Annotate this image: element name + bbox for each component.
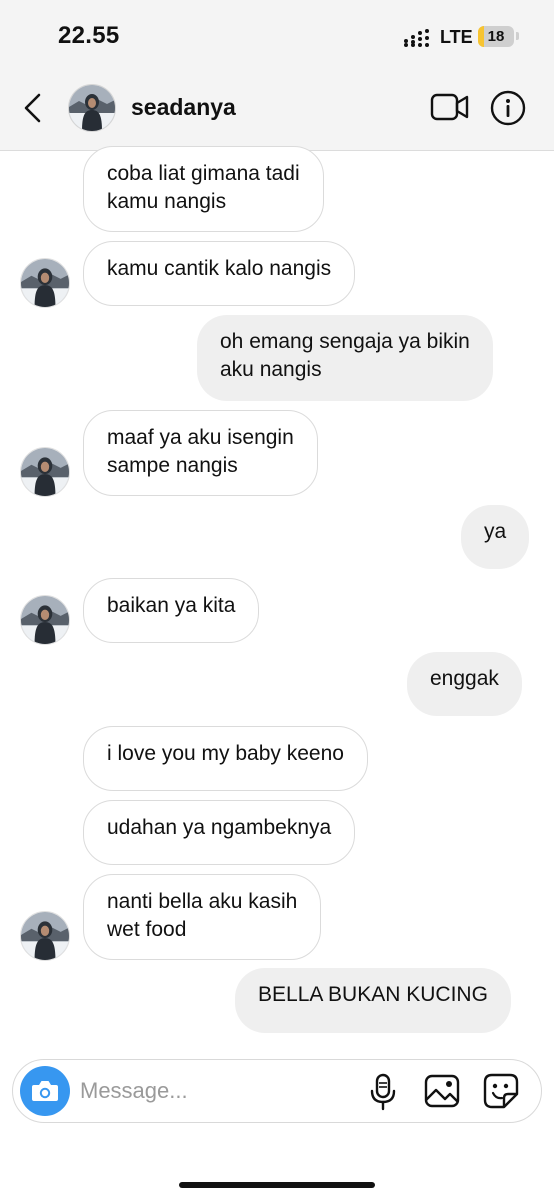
avatar-photo xyxy=(21,448,69,496)
message-bubble-outgoing[interactable]: enggak xyxy=(407,652,522,716)
network-type: LTE xyxy=(440,27,473,47)
message-bubble-incoming[interactable]: coba liat gimana tadi kamu nangis xyxy=(83,146,324,232)
message-line: coba liat gimana tadi xyxy=(107,162,300,185)
sender-avatar[interactable] xyxy=(20,595,70,645)
sticker-button[interactable] xyxy=(482,1072,520,1110)
message-line: udahan ya ngambeknya xyxy=(107,816,332,839)
message-line: wet food xyxy=(107,918,187,941)
message-line: oh emang sengaja ya bikin xyxy=(220,330,470,353)
battery-tip xyxy=(516,32,519,40)
sender-avatar[interactable] xyxy=(20,911,70,961)
message-bubble-incoming[interactable]: udahan ya ngambeknya xyxy=(83,800,356,865)
battery-icon: 18 xyxy=(478,26,514,47)
message-bubble-incoming[interactable]: kamu cantik kalo nangis xyxy=(83,241,356,306)
info-icon xyxy=(490,90,526,126)
profile-avatar[interactable] xyxy=(68,84,116,132)
video-call-button[interactable] xyxy=(430,90,470,124)
message-line: kamu nangis xyxy=(107,190,227,213)
message-bubble-outgoing[interactable]: BELLA BUKAN KUCING xyxy=(235,968,511,1033)
message-input[interactable] xyxy=(80,1072,350,1110)
chat-username[interactable]: seadanya xyxy=(131,94,236,121)
back-button[interactable] xyxy=(18,88,52,128)
message-bubble-outgoing[interactable]: oh emang sengaja ya bikin aku nangis xyxy=(197,315,493,401)
voice-message-button[interactable] xyxy=(366,1072,400,1112)
chevron-left-icon xyxy=(24,93,41,123)
message-bubble-incoming[interactable]: nanti bella aku kasih wet food xyxy=(83,874,322,960)
sticker-icon xyxy=(483,1073,519,1109)
gallery-icon xyxy=(424,1074,460,1108)
header-bar: 22.55 LTE 18 seadanya xyxy=(0,0,554,151)
message-line: kamu cantik kalo nangis xyxy=(107,257,332,280)
message-line: baikan ya kita xyxy=(107,594,236,617)
sender-avatar[interactable] xyxy=(20,447,70,497)
signal-strength-icon xyxy=(404,29,434,47)
gallery-button[interactable] xyxy=(423,1073,461,1109)
camera-icon xyxy=(32,1081,58,1101)
video-call-icon xyxy=(430,93,469,121)
camera-button[interactable] xyxy=(20,1066,70,1116)
message-line: aku nangis xyxy=(220,358,322,381)
avatar-photo xyxy=(21,259,69,307)
message-line: ya xyxy=(484,520,507,543)
message-line: i love you my baby keeno xyxy=(107,742,344,765)
message-bubble-outgoing[interactable]: ya xyxy=(461,505,530,569)
battery-level: 18 xyxy=(487,28,505,45)
avatar-photo xyxy=(21,596,69,644)
message-line: sampe nangis xyxy=(107,454,238,477)
message-line: BELLA BUKAN KUCING xyxy=(258,983,488,1006)
message-bubble-incoming[interactable]: baikan ya kita xyxy=(83,578,260,643)
dm-screen: 22.55 LTE 18 seadanya coba liat gimana t… xyxy=(0,0,554,1200)
home-indicator[interactable] xyxy=(179,1182,375,1188)
message-line: maaf ya aku isengin xyxy=(107,426,294,449)
microphone-icon xyxy=(370,1073,396,1111)
message-bubble-incoming[interactable]: maaf ya aku isengin sampe nangis xyxy=(83,410,318,496)
status-time: 22.55 xyxy=(58,22,120,49)
message-line: nanti bella aku kasih xyxy=(107,890,298,913)
message-bubble-incoming[interactable]: i love you my baby keeno xyxy=(83,726,368,791)
message-line: enggak xyxy=(430,667,499,690)
sender-avatar[interactable] xyxy=(20,258,70,308)
avatar-photo xyxy=(69,85,115,131)
avatar-photo xyxy=(21,912,69,960)
info-button[interactable] xyxy=(489,89,527,127)
